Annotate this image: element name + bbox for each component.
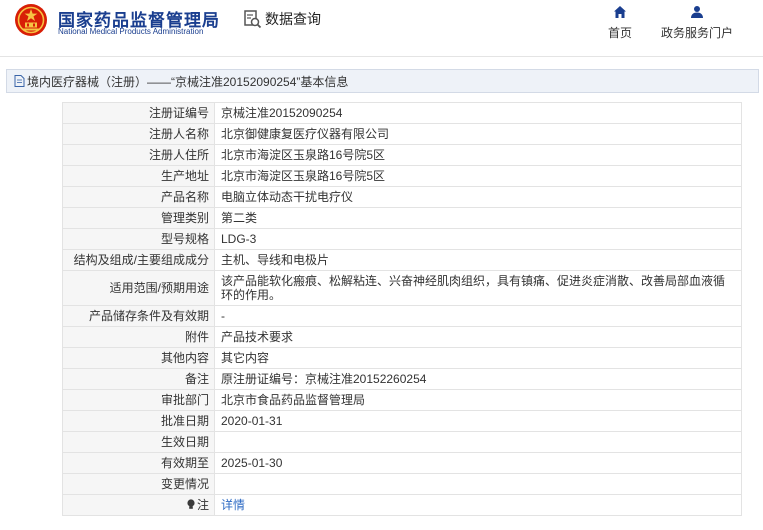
registrant-address-value: 北京市海淀区玉泉路16号院5区 bbox=[214, 144, 742, 166]
production-address-value: 北京市海淀区玉泉路16号院5区 bbox=[214, 165, 742, 187]
approval-date-value: 2020-01-31 bbox=[214, 410, 742, 432]
national-emblem-icon bbox=[15, 4, 47, 36]
field-label: 产品名称 bbox=[62, 186, 215, 208]
product-name-value: 电脑立体动态干扰电疗仪 bbox=[214, 186, 742, 208]
table-row: 注册人名称 北京御健康复医疗仪器有限公司 bbox=[62, 123, 742, 145]
field-label: 变更情况 bbox=[62, 473, 215, 495]
breadcrumb-text: 境内医疗器械（注册）——“京械注准20152090254”基本信息 bbox=[27, 74, 349, 89]
field-label: 有效期至 bbox=[62, 452, 215, 474]
table-row: 适用范围/预期用途 该产品能软化瘢痕、松解粘连、兴奋神经肌肉组织，具有镇痛、促进… bbox=[62, 270, 742, 306]
field-label: 注册人名称 bbox=[62, 123, 215, 145]
table-row: 结构及组成/主要组成成分 主机、导线和电极片 bbox=[62, 249, 742, 271]
document-icon bbox=[14, 75, 25, 87]
effective-date-value bbox=[214, 431, 742, 453]
table-row: 产品储存条件及有效期 - bbox=[62, 305, 742, 327]
field-label: 结构及组成/主要组成成分 bbox=[62, 249, 215, 271]
agency-name-en: National Medical Products Administration bbox=[58, 27, 204, 36]
field-label: 型号规格 bbox=[62, 228, 215, 250]
registration-number-value: 京械注准20152090254 bbox=[214, 102, 742, 124]
note-value: 详情 bbox=[214, 494, 742, 516]
user-icon bbox=[691, 6, 703, 18]
nav-gov-portal[interactable]: 政务服务门户 bbox=[657, 5, 737, 41]
lightbulb-icon bbox=[187, 499, 195, 509]
data-search-icon bbox=[244, 10, 262, 29]
table-row: 批准日期 2020-01-31 bbox=[62, 410, 742, 432]
field-label: 注册人住所 bbox=[62, 144, 215, 166]
table-row: 备注 原注册证编号：京械注准20152260254 bbox=[62, 368, 742, 390]
field-label: 批准日期 bbox=[62, 410, 215, 432]
field-label: 产品储存条件及有效期 bbox=[62, 305, 215, 327]
nav-home-label: 首页 bbox=[607, 26, 632, 40]
approval-department-value: 北京市食品药品监督管理局 bbox=[214, 389, 742, 411]
field-label: 其他内容 bbox=[62, 347, 215, 369]
intended-use-value: 该产品能软化瘢痕、松解粘连、兴奋神经肌肉组织，具有镇痛、促进炎症消散、改善局部血… bbox=[214, 270, 742, 306]
field-label: 生产地址 bbox=[62, 165, 215, 187]
details-link[interactable]: 详情 bbox=[221, 498, 245, 512]
table-row: 生效日期 bbox=[62, 431, 742, 453]
note-label: 注 bbox=[62, 494, 215, 516]
table-row: 管理类别 第二类 bbox=[62, 207, 742, 229]
nav-gov-portal-label: 政务服务门户 bbox=[660, 26, 733, 40]
registration-info-table: 注册证编号 京械注准20152090254 注册人名称 北京御健康复医疗仪器有限… bbox=[62, 102, 742, 516]
field-label: 注册证编号 bbox=[62, 102, 215, 124]
table-row: 附件 产品技术要求 bbox=[62, 326, 742, 348]
field-label: 附件 bbox=[62, 326, 215, 348]
home-icon bbox=[614, 6, 626, 18]
field-label: 生效日期 bbox=[62, 431, 215, 453]
site-header: 国家药品监督管理局 National Medical Products Admi… bbox=[0, 0, 763, 57]
composition-value: 主机、导线和电极片 bbox=[214, 249, 742, 271]
registrant-name-value: 北京御健康复医疗仪器有限公司 bbox=[214, 123, 742, 145]
storage-validity-value: - bbox=[214, 305, 742, 327]
data-query-title: 数据查询 bbox=[265, 11, 321, 27]
table-row: 注 详情 bbox=[62, 494, 742, 516]
table-row: 其他内容 其它内容 bbox=[62, 347, 742, 369]
management-class-value: 第二类 bbox=[214, 207, 742, 229]
table-row: 生产地址 北京市海淀区玉泉路16号院5区 bbox=[62, 165, 742, 187]
model-spec-value: LDG-3 bbox=[214, 228, 742, 250]
field-label: 管理类别 bbox=[62, 207, 215, 229]
table-row: 变更情况 bbox=[62, 473, 742, 495]
table-row: 审批部门 北京市食品药品监督管理局 bbox=[62, 389, 742, 411]
table-row: 注册人住所 北京市海淀区玉泉路16号院5区 bbox=[62, 144, 742, 166]
field-label: 审批部门 bbox=[62, 389, 215, 411]
note-label-text: 注 bbox=[196, 498, 209, 512]
remarks-value: 原注册证编号：京械注准20152260254 bbox=[214, 368, 742, 390]
data-query-heading: 数据查询 bbox=[244, 8, 321, 30]
table-row: 注册证编号 京械注准20152090254 bbox=[62, 102, 742, 124]
breadcrumb: 境内医疗器械（注册）——“京械注准20152090254”基本信息 bbox=[6, 69, 759, 93]
other-content-value: 其它内容 bbox=[214, 347, 742, 369]
field-label: 适用范围/预期用途 bbox=[62, 270, 215, 306]
table-row: 型号规格 LDG-3 bbox=[62, 228, 742, 250]
table-row: 产品名称 电脑立体动态干扰电疗仪 bbox=[62, 186, 742, 208]
attachment-value: 产品技术要求 bbox=[214, 326, 742, 348]
field-label: 备注 bbox=[62, 368, 215, 390]
table-row: 有效期至 2025-01-30 bbox=[62, 452, 742, 474]
change-status-value bbox=[214, 473, 742, 495]
expiry-date-value: 2025-01-30 bbox=[214, 452, 742, 474]
nav-home[interactable]: 首页 bbox=[580, 5, 660, 41]
